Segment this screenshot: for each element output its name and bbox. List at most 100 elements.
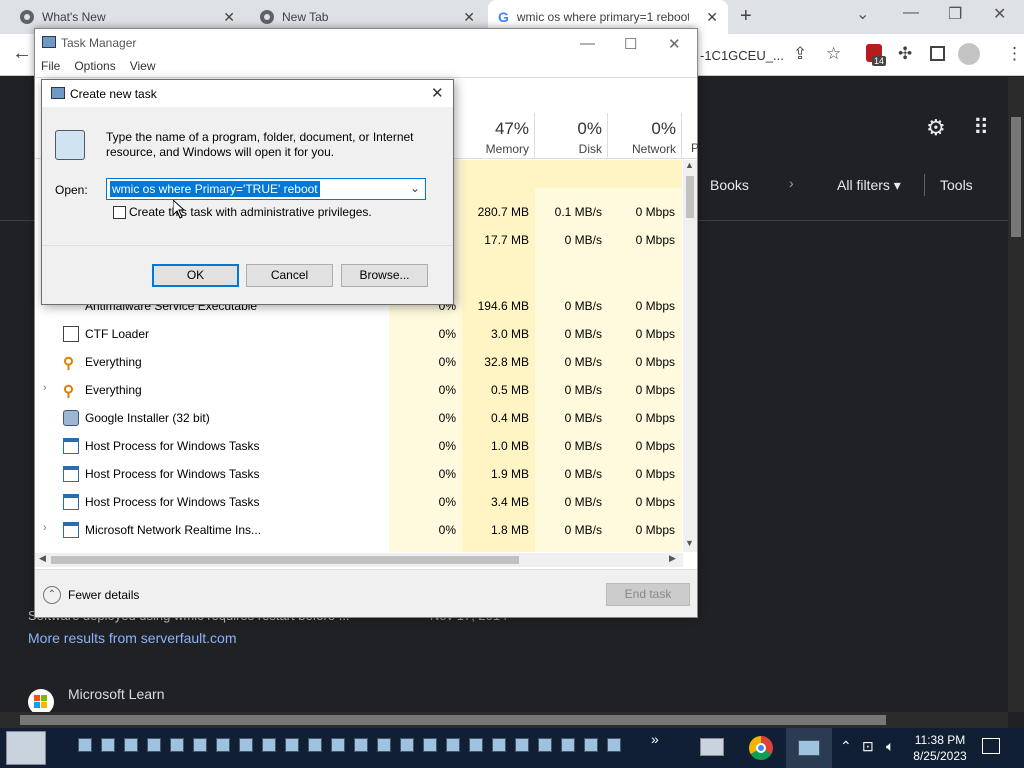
close-window-icon[interactable]: ✕ xyxy=(668,35,681,53)
taskbar-app-icon[interactable] xyxy=(216,738,230,752)
chrome-taskbar-icon[interactable] xyxy=(749,736,773,760)
dialog-titlebar[interactable]: Create new task ✕ xyxy=(42,80,453,107)
taskbar-app-icon[interactable] xyxy=(446,738,460,752)
taskbar-app-icon[interactable] xyxy=(262,738,276,752)
table-row[interactable]: › ⚲ Everything 0% 0.5 MB 0 MB/s 0 Mbps xyxy=(35,376,682,404)
end-task-button[interactable]: End task xyxy=(606,583,690,606)
recycle-bin-icon[interactable] xyxy=(6,731,46,765)
taskbar-app-icon[interactable] xyxy=(239,738,253,752)
chevron-right-icon[interactable]: › xyxy=(789,175,794,191)
profile-avatar-icon[interactable] xyxy=(958,43,980,65)
taskbar-run-dialog-active[interactable] xyxy=(786,728,832,768)
share-icon[interactable]: ⇪ xyxy=(793,44,807,64)
task-manager-titlebar[interactable]: Task Manager xyxy=(35,29,697,57)
admin-checkbox[interactable] xyxy=(113,206,126,219)
filter-books[interactable]: Books xyxy=(710,177,749,193)
filter-tools[interactable]: Tools xyxy=(940,177,973,193)
scroll-right-icon[interactable]: ▶ xyxy=(669,553,676,564)
taskbar-app-icon[interactable] xyxy=(124,738,138,752)
expand-chevron-icon[interactable]: › xyxy=(43,522,47,534)
browse-button[interactable]: Browse... xyxy=(341,264,428,287)
ok-button[interactable]: OK xyxy=(152,264,239,287)
chevron-up-icon[interactable]: ⌃ xyxy=(840,738,852,755)
filter-all-filters[interactable]: All filters ▾ xyxy=(837,177,901,194)
open-combobox[interactable]: wmic os where Primary='TRUE' reboot ⌄ xyxy=(106,178,426,200)
chevron-down-icon[interactable]: ⌄ xyxy=(856,4,869,24)
result-source-microsoft-learn[interactable]: Microsoft Learn xyxy=(68,686,164,702)
restore-icon[interactable]: ❐ xyxy=(948,4,962,24)
chevron-up-icon[interactable]: ⌃ xyxy=(43,586,61,604)
table-row[interactable]: CTF Loader 0% 3.0 MB 0 MB/s 0 Mbps xyxy=(35,320,682,348)
table-row[interactable]: › Microsoft Network Realtime Ins... 0% 1… xyxy=(35,516,682,544)
taskbar-app-icon[interactable] xyxy=(285,738,299,752)
back-arrow-icon[interactable]: ← xyxy=(12,42,32,65)
network-icon[interactable]: ⊡ xyxy=(862,738,874,755)
close-icon[interactable]: ✕ xyxy=(706,9,718,26)
scroll-thumb[interactable] xyxy=(1011,117,1021,237)
minimize-icon[interactable]: — xyxy=(580,35,595,52)
process-list-vertical-scrollbar[interactable]: ▲ ▼ xyxy=(683,160,697,552)
taskbar-app-icon[interactable] xyxy=(515,738,529,752)
more-menu-icon[interactable]: ⋮ xyxy=(1006,44,1023,64)
taskbar-app-icon[interactable] xyxy=(331,738,345,752)
taskbar-app-icon[interactable] xyxy=(469,738,483,752)
open-input-value[interactable]: wmic os where Primary='TRUE' reboot xyxy=(110,181,320,197)
taskbar-app-icon[interactable] xyxy=(561,738,575,752)
taskbar-overflow[interactable]: » xyxy=(651,731,659,747)
new-tab-button[interactable]: + xyxy=(740,5,752,28)
maximize-icon[interactable]: ☐ xyxy=(624,35,637,53)
more-results-link[interactable]: More results from serverfault.com xyxy=(28,630,237,646)
table-row[interactable]: Host Process for Windows Tasks 0% 3.4 MB… xyxy=(35,488,682,516)
volume-icon[interactable]: 🔈︎ xyxy=(886,738,894,755)
close-icon[interactable]: ✕ xyxy=(431,84,444,102)
scroll-thumb[interactable] xyxy=(686,176,694,218)
fewer-details-link[interactable]: Fewer details xyxy=(68,588,139,602)
clock-time[interactable]: 11:38 PM xyxy=(912,733,968,747)
column-memory[interactable]: 47% Memory xyxy=(465,119,529,156)
taskbar-app-icon[interactable] xyxy=(400,738,414,752)
menu-view[interactable]: View xyxy=(130,59,156,73)
page-horizontal-scrollbar[interactable] xyxy=(0,712,1008,728)
taskbar-app-icon[interactable] xyxy=(423,738,437,752)
close-icon[interactable]: ✕ xyxy=(463,9,475,26)
taskbar-app-icon[interactable] xyxy=(147,738,161,752)
puzzle-icon[interactable]: ✣ xyxy=(898,44,912,64)
minimize-icon[interactable]: — xyxy=(903,4,919,22)
column-power-partial[interactable]: P xyxy=(691,141,699,155)
scroll-thumb[interactable] xyxy=(20,715,886,725)
taskbar-app-icon[interactable] xyxy=(308,738,322,752)
close-icon[interactable]: ✕ xyxy=(223,9,235,26)
taskbar-task-manager-icon[interactable] xyxy=(700,738,724,756)
close-window-icon[interactable]: ✕ xyxy=(993,4,1006,24)
taskbar-app-icon[interactable] xyxy=(354,738,368,752)
address-bar-url[interactable]: -1C1GCEU_... xyxy=(700,48,784,63)
side-panel-icon[interactable] xyxy=(930,46,945,61)
table-row[interactable]: Host Process for Windows Tasks 0% 1.9 MB… xyxy=(35,460,682,488)
taskbar-app-icon[interactable] xyxy=(78,738,92,752)
column-disk[interactable]: 0% Disk xyxy=(540,119,602,156)
notification-icon[interactable] xyxy=(982,738,1000,754)
cancel-button[interactable]: Cancel xyxy=(246,264,333,287)
settings-gear-icon[interactable]: ⚙ xyxy=(926,115,946,141)
taskbar-app-icon[interactable] xyxy=(377,738,391,752)
column-network[interactable]: 0% Network xyxy=(610,119,676,156)
table-row[interactable]: ⚲ Everything 0% 32.8 MB 0 MB/s 0 Mbps xyxy=(35,348,682,376)
scroll-thumb[interactable] xyxy=(51,556,519,564)
menu-file[interactable]: File xyxy=(41,59,60,73)
scroll-up-icon[interactable]: ▲ xyxy=(685,160,694,170)
scroll-left-icon[interactable]: ◀ xyxy=(39,553,46,564)
chevron-down-icon[interactable]: ⌄ xyxy=(410,181,420,195)
process-list-horizontal-scrollbar[interactable]: ◀ ▶ xyxy=(35,553,683,567)
taskbar-app-icon[interactable] xyxy=(193,738,207,752)
menu-options[interactable]: Options xyxy=(74,59,115,73)
page-vertical-scrollbar[interactable] xyxy=(1008,77,1024,712)
clock-date[interactable]: 8/25/2023 xyxy=(910,749,970,763)
taskbar-app-icon[interactable] xyxy=(492,738,506,752)
admin-checkbox-label[interactable]: Create this task with administrative pri… xyxy=(129,205,372,219)
table-row[interactable]: Host Process for Windows Tasks 0% 1.0 MB… xyxy=(35,432,682,460)
taskbar-app-icon[interactable] xyxy=(584,738,598,752)
table-row[interactable]: Google Installer (32 bit) 0% 0.4 MB 0 MB… xyxy=(35,404,682,432)
taskbar-app-icon[interactable] xyxy=(607,738,621,752)
expand-chevron-icon[interactable]: › xyxy=(43,382,47,394)
taskbar-app-icon[interactable] xyxy=(101,738,115,752)
